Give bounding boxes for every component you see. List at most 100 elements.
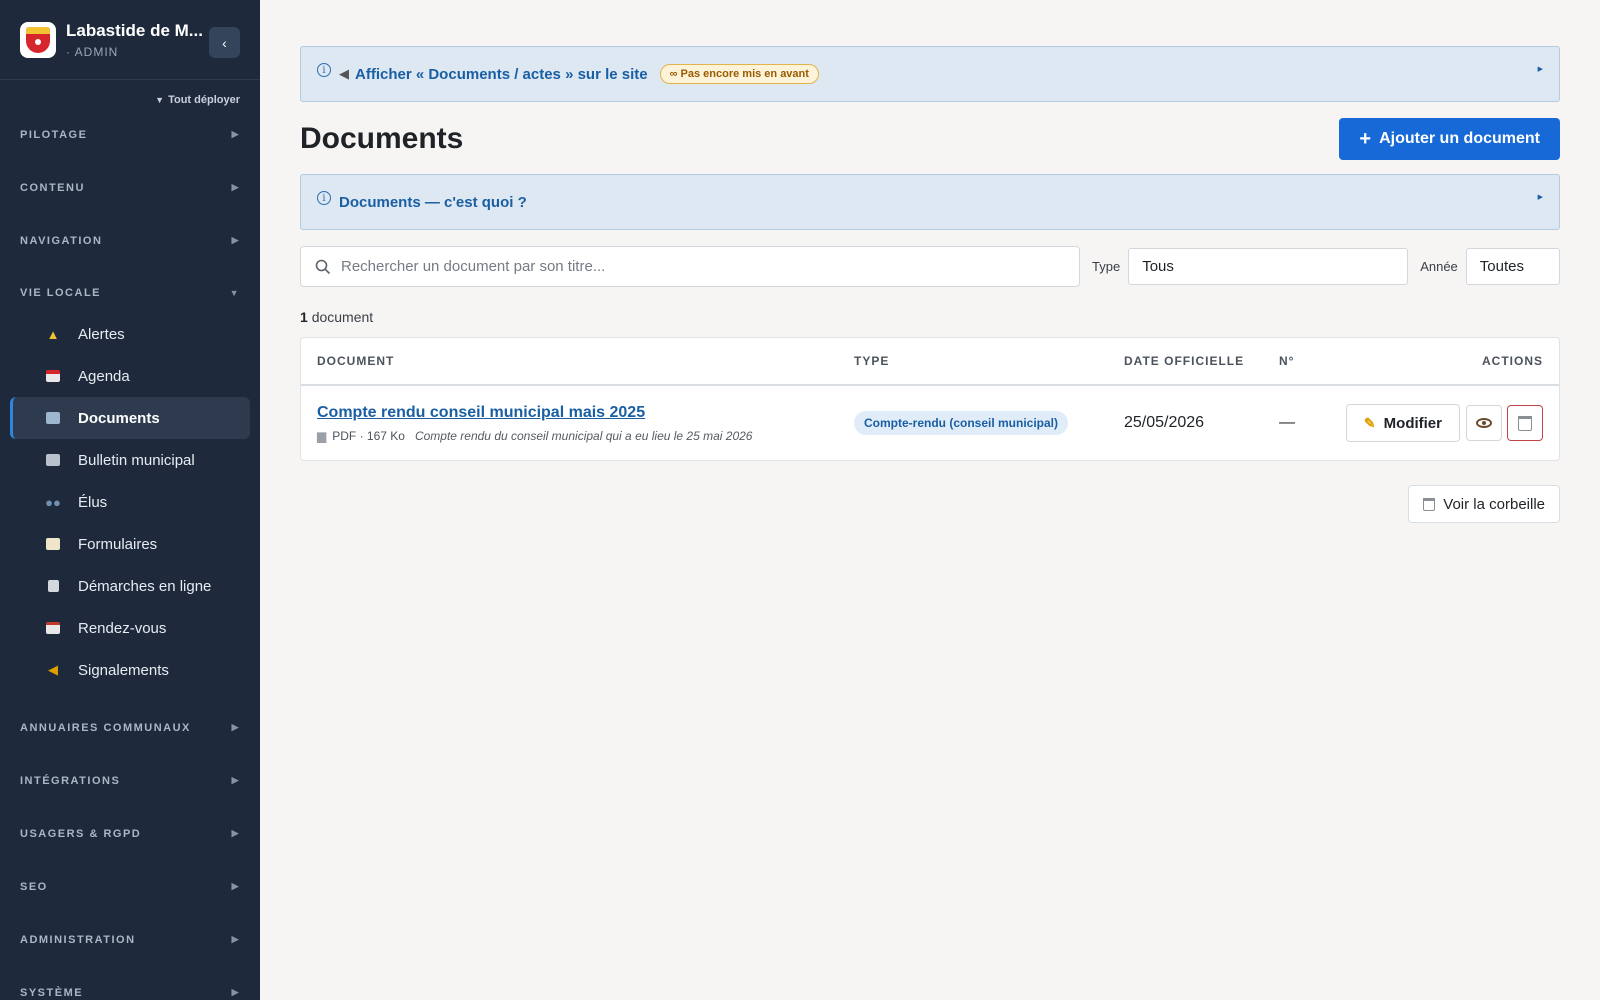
nav-section-pilotage[interactable]: PILOTAGE ▶ — [0, 108, 260, 161]
status-badge-label: Pas encore mis en avant — [680, 68, 809, 80]
plus-icon: + — [1359, 127, 1372, 150]
help-banner-title: Documents — c'est quoi ? — [339, 193, 527, 211]
search-input[interactable] — [341, 258, 1041, 275]
sidebar-item-elus[interactable]: ●● Élus — [10, 481, 250, 523]
calendar-icon — [44, 368, 62, 384]
megaphone-icon: ◀ — [339, 66, 349, 81]
chevron-left-icon: ‹ — [222, 34, 227, 51]
eye-icon — [1476, 418, 1492, 428]
add-document-button[interactable]: + Ajouter un document — [1339, 118, 1560, 160]
header-document[interactable]: DOCUMENT — [317, 354, 854, 368]
view-trash-button[interactable]: Voir la corbeille — [1408, 485, 1560, 523]
nav-section-vie-locale[interactable]: VIE LOCALE ▼ — [0, 273, 260, 313]
trash-icon — [1423, 497, 1436, 511]
filters-bar: Type Tous Année Toutes — [300, 246, 1560, 287]
header-number[interactable]: N° — [1279, 354, 1339, 368]
sidebar-item-formulaires[interactable]: Formulaires — [10, 523, 250, 565]
newspaper-icon — [44, 452, 62, 468]
section-label: SYSTÈME — [20, 986, 84, 999]
sidebar-item-label: Formulaires — [78, 535, 158, 553]
type-filter-label: Type — [1092, 259, 1121, 274]
brand-name: Labastide de M... — [66, 20, 203, 40]
collapse-sidebar-button[interactable]: ‹ — [209, 27, 240, 58]
results-count-label: document — [311, 309, 374, 325]
help-banner[interactable]: i Documents — c'est quoi ? ▶ — [300, 174, 1560, 230]
section-label: CONTENU — [20, 181, 85, 194]
view-trash-label: Voir la corbeille — [1443, 495, 1545, 513]
document-number: — — [1279, 414, 1295, 431]
chevron-right-icon: ▶ — [231, 934, 240, 944]
edit-button-label: Modifier — [1383, 414, 1442, 432]
page-title: Documents — [300, 122, 464, 155]
people-icon: ●● — [45, 494, 61, 510]
sidebar-item-demarches[interactable]: Démarches en ligne — [10, 565, 250, 607]
brand-role: · ADMIN — [66, 44, 119, 59]
nav-section-administration[interactable]: ADMINISTRATION ▶ — [0, 913, 260, 966]
nav-section-usagers[interactable]: USAGERS & RGPD ▶ — [0, 807, 260, 860]
results-count: 1 document — [300, 309, 1560, 325]
town-logo — [20, 21, 56, 58]
year-select[interactable]: Toutes — [1465, 248, 1560, 285]
header-type[interactable]: TYPE — [854, 354, 1124, 368]
folder-icon — [44, 410, 62, 426]
sidebar-item-label: Documents — [78, 409, 160, 427]
type-select[interactable]: Tous — [1128, 248, 1409, 285]
status-badge: ∞ Pas encore mis en avant — [659, 64, 819, 84]
sidebar-item-rendez-vous[interactable]: Rendez-vous — [10, 607, 250, 649]
search-icon — [315, 259, 331, 274]
section-label: PILOTAGE — [20, 128, 88, 141]
nav-section-contenu[interactable]: CONTENU ▶ — [0, 161, 260, 214]
document-date: 25/05/2026 — [1124, 414, 1205, 431]
sidebar-item-label: Agenda — [78, 367, 130, 385]
info-icon: i — [317, 191, 331, 205]
sidebar-item-signalements[interactable]: ◀ Signalements — [10, 649, 250, 691]
trash-icon — [1518, 415, 1532, 431]
nav-section-integrations[interactable]: INTÉGRATIONS ▶ — [0, 754, 260, 807]
nav-section-seo[interactable]: SEO ▶ — [0, 860, 260, 913]
caret-right-icon[interactable]: ▶ — [1538, 193, 1543, 201]
documents-table: DOCUMENT TYPE DATE OFFICIELLE N° ACTIONS… — [300, 337, 1560, 461]
sidebar-item-label: Élus — [78, 493, 108, 511]
caret-right-icon[interactable]: ▶ — [1538, 65, 1543, 73]
chevron-right-icon: ▶ — [231, 235, 240, 245]
sidebar-item-label: Démarches en ligne — [78, 577, 212, 595]
chevron-right-icon: ▶ — [231, 775, 240, 785]
chevron-right-icon: ▶ — [231, 722, 240, 732]
nav-section-navigation[interactable]: NAVIGATION ▶ — [0, 214, 260, 267]
sidebar-item-alertes[interactable]: ▲ Alertes — [10, 313, 250, 355]
nav-section-systeme[interactable]: SYSTÈME ▶ — [0, 966, 260, 1000]
expand-all-toggle[interactable]: ▼ Tout déployer — [0, 80, 260, 106]
document-title-link[interactable]: Compte rendu conseil municipal mais 2025 — [317, 404, 645, 421]
delete-button[interactable] — [1507, 405, 1543, 441]
table-row: Compte rendu conseil municipal mais 2025… — [301, 386, 1559, 460]
results-count-number: 1 — [300, 309, 308, 325]
info-icon: i — [317, 63, 331, 77]
brand-header: Labastide de M... · ADMIN ‹ — [0, 0, 260, 80]
section-label: ANNUAIRES COMMUNAUX — [20, 721, 191, 734]
edit-button[interactable]: ✎ Modifier — [1345, 404, 1460, 442]
chevron-right-icon: ▶ — [231, 987, 240, 997]
sidebar-item-agenda[interactable]: Agenda — [10, 355, 250, 397]
table-header: DOCUMENT TYPE DATE OFFICIELLE N° ACTIONS — [301, 338, 1559, 386]
display-on-site-banner[interactable]: i ◀ Afficher « Documents / actes » sur l… — [300, 46, 1560, 102]
display-on-site-title: Afficher « Documents / actes » sur le si… — [355, 65, 648, 83]
link-icon: ∞ — [669, 68, 681, 80]
megaphone-icon: ◀ — [48, 662, 58, 677]
header-date[interactable]: DATE OFFICIELLE — [1124, 354, 1279, 368]
chevron-down-icon: ▼ — [229, 288, 240, 298]
sidebar: Labastide de M... · ADMIN ‹ ▼ Tout déploy… — [0, 0, 260, 1000]
document-format: PDF · 167 Ko — [332, 428, 405, 443]
main-content: i ◀ Afficher « Documents / actes » sur l… — [300, 46, 1560, 523]
chevron-right-icon: ▶ — [231, 828, 240, 838]
search-box — [300, 246, 1080, 287]
sidebar-item-label: Alertes — [78, 325, 125, 343]
expand-all-label: Tout déployer — [168, 94, 240, 106]
nav-section-annuaires[interactable]: ANNUAIRES COMMUNAUX ▶ — [0, 701, 260, 754]
add-document-label: Ajouter un document — [1379, 130, 1540, 147]
receipt-icon — [44, 578, 62, 594]
sidebar-item-bulletin[interactable]: Bulletin municipal — [10, 439, 250, 481]
section-label: ADMINISTRATION — [20, 933, 136, 946]
sidebar-item-documents[interactable]: Documents — [10, 397, 250, 439]
section-label: USAGERS & RGPD — [20, 827, 142, 840]
preview-button[interactable] — [1466, 405, 1502, 441]
